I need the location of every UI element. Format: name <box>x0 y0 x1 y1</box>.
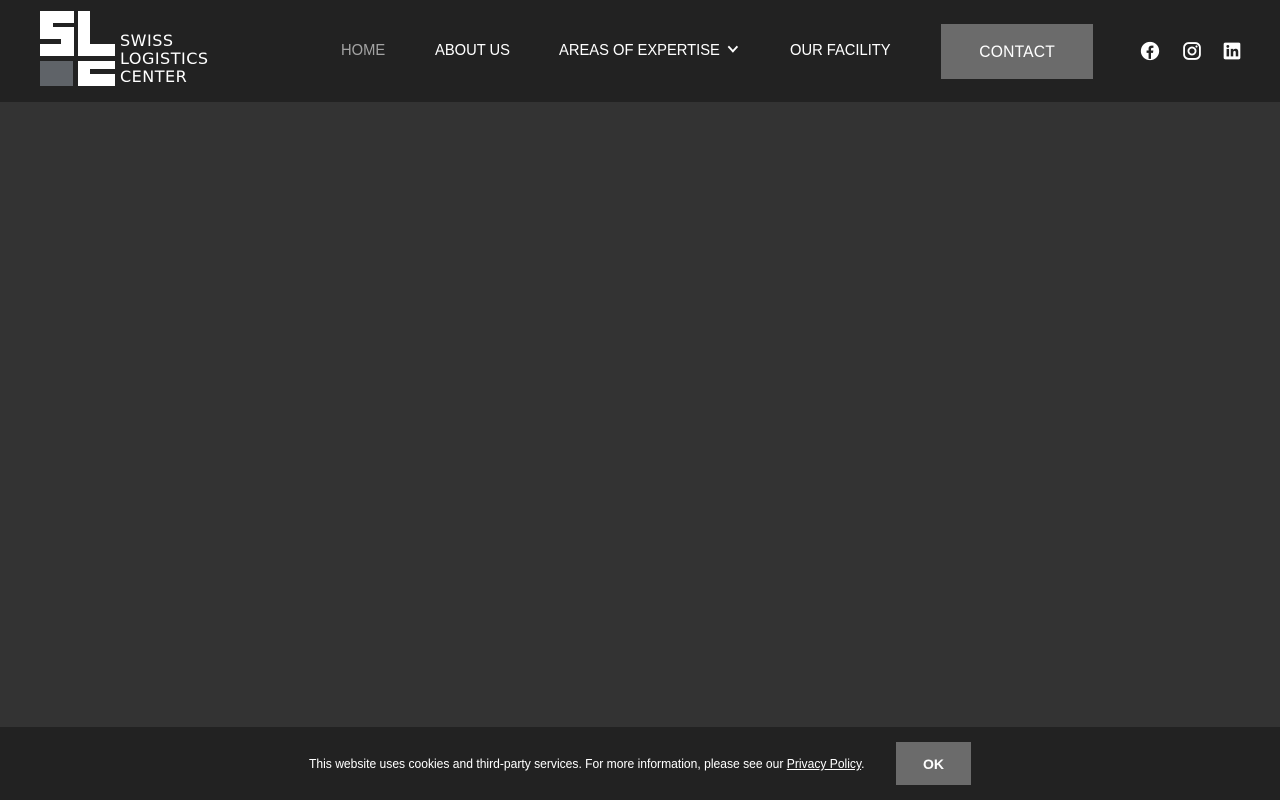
site-logo[interactable]: SWISS LOGISTICS CENTER <box>40 11 210 87</box>
cookie-ok-button[interactable]: OK <box>896 742 971 785</box>
logo-line-2: LOGISTICS <box>120 49 209 68</box>
slc-logo-mark-icon <box>40 11 115 86</box>
nav-our-facility[interactable]: OUR FACILITY <box>790 41 891 61</box>
privacy-policy-link[interactable]: Privacy Policy <box>787 756 861 771</box>
nav-areas-of-expertise-label: AREAS OF EXPERTISE <box>559 42 720 59</box>
cookie-message-text: This website uses cookies and third-part… <box>309 756 787 771</box>
cookie-message: This website uses cookies and third-part… <box>309 755 865 773</box>
facebook-link[interactable] <box>1140 41 1160 61</box>
main-content <box>0 102 1280 727</box>
chevron-down-icon <box>727 41 738 53</box>
nav-areas-of-expertise[interactable]: AREAS OF EXPERTISE <box>559 41 738 61</box>
facebook-icon <box>1140 41 1160 61</box>
logo-line-1: SWISS <box>120 31 174 50</box>
instagram-link[interactable] <box>1182 41 1202 61</box>
linkedin-icon <box>1223 42 1241 60</box>
site-header: SWISS LOGISTICS CENTER HOME ABOUT US ARE… <box>0 0 1280 102</box>
contact-button-label: CONTACT <box>979 41 1055 61</box>
logo-wordmark: SWISS LOGISTICS CENTER <box>120 32 209 86</box>
logo-line-3: CENTER <box>120 67 188 86</box>
contact-button[interactable]: CONTACT <box>941 24 1093 79</box>
linkedin-link[interactable] <box>1222 41 1242 61</box>
nav-about-us[interactable]: ABOUT US <box>435 41 510 61</box>
nav-home[interactable]: HOME <box>341 41 385 61</box>
instagram-icon <box>1183 42 1201 60</box>
cookie-message-suffix: . <box>861 756 865 771</box>
